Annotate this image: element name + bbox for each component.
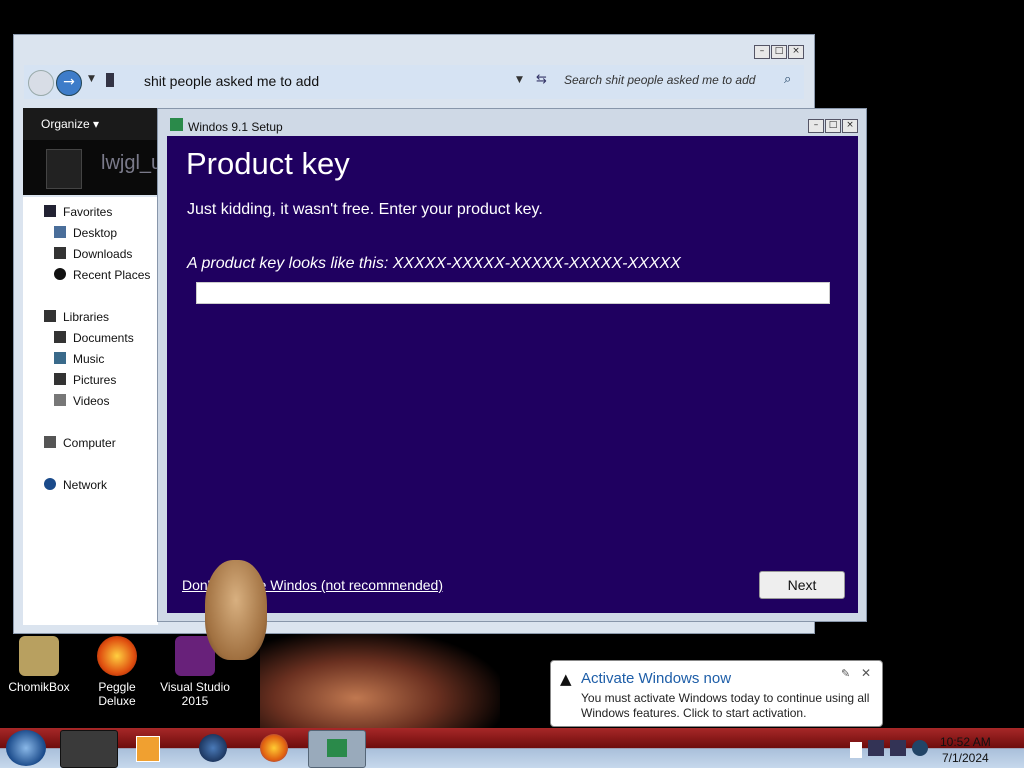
back-button[interactable] [28,70,54,96]
address-path[interactable]: shit people asked me to add [144,73,319,89]
setup-icon [327,739,347,757]
taskbar: 10:52 AM 7/1/2024 [0,728,1024,768]
action-center-icon[interactable] [868,740,884,756]
desktop-icon-peggle[interactable]: Peggle Deluxe [78,636,156,708]
taskbar-firefox[interactable] [246,730,302,766]
nav-downloads[interactable]: Downloads [73,247,132,261]
start-button[interactable] [6,730,46,766]
nav-pictures[interactable]: Pictures [73,373,116,387]
minimize-button[interactable]: – [808,119,824,133]
hamster-sticker [205,560,267,660]
nav-documents[interactable]: Documents [73,331,134,345]
recent-places-icon [54,268,66,280]
notification-body: You must activate Windows today to conti… [581,691,870,720]
settings-icon[interactable]: ✎ [841,667,850,680]
taskbar-setup[interactable] [308,730,366,768]
nav-computer[interactable]: Computer [63,436,116,450]
clock-date: 7/1/2024 [941,751,989,765]
folder-icon [106,73,114,87]
close-button[interactable]: × [842,119,858,133]
nav-desktop[interactable]: Desktop [73,226,117,240]
downloads-icon [54,247,66,259]
nav-videos[interactable]: Videos [73,394,109,408]
nav-network[interactable]: Network [63,478,107,492]
address-dropdown-icon[interactable]: ▼ [516,75,523,85]
desktop-icon-label: ChomikBox [8,680,70,694]
warning-icon: ▲ [560,670,572,688]
maximize-button[interactable]: □ [771,45,787,59]
nav-favorites[interactable]: Favorites [63,205,112,219]
firefox-icon [260,734,288,762]
network-icon [44,478,56,490]
nav-music[interactable]: Music [73,352,104,366]
computer-icon [44,436,56,448]
videos-icon [54,394,66,406]
organize-button[interactable]: Organize ▾ [41,117,99,131]
forward-button[interactable]: → [56,70,82,96]
favorites-icon [44,205,56,217]
dialog-title: Windos 9.1 Setup [188,120,283,134]
close-icon[interactable]: ✕ [861,666,871,680]
page-title: Product key [186,146,350,181]
media-player-icon [136,736,160,762]
desktop-icon-label: Peggle Deluxe [98,680,136,708]
taskbar-app[interactable] [185,730,241,766]
desktop-icon-label: Visual Studio 2015 [160,680,230,708]
setup-app-icon [170,118,183,131]
refresh-icon[interactable]: ⇆ [536,72,547,87]
history-dropdown-icon[interactable]: ▼ [88,74,95,84]
setup-content: Product key Just kidding, it wasn't free… [167,136,858,613]
product-key-input[interactable] [196,282,830,304]
taskbar-media-player[interactable] [120,730,176,766]
wallpaper [260,632,500,742]
instruction-text: Just kidding, it wasn't free. Enter your… [187,201,543,218]
navigation-pane: Favorites Desktop Downloads Recent Place… [23,197,158,625]
notification-title: Activate Windows now [581,670,732,687]
file-thumbnail-icon [46,149,82,189]
search-input[interactable]: Search shit people asked me to add [564,73,755,87]
close-button[interactable]: × [788,45,804,59]
globe-icon [199,734,227,762]
desktop-icon-chomikbox[interactable]: ChomikBox [0,636,78,694]
clock[interactable]: 10:52 AM 7/1/2024 [940,734,991,766]
chomikbox-icon [19,636,59,676]
nav-libraries[interactable]: Libraries [63,310,109,324]
show-hidden-icons-icon[interactable] [850,742,862,758]
libraries-icon [44,310,56,322]
product-key-example: A product key looks like this: XXXXX-XXX… [187,255,681,272]
music-icon [54,352,66,364]
pictures-icon [54,373,66,385]
taskbar-explorer[interactable] [60,730,118,768]
address-bar: → ▼ shit people asked me to add ▼ ⇆ Sear… [24,65,804,99]
setup-dialog[interactable]: Windos 9.1 Setup – □ × Product key Just … [157,108,867,622]
command-bar: Organize ▾ [23,108,163,140]
documents-icon [54,331,66,343]
volume-icon[interactable] [912,740,928,756]
organize-label: Organize [41,117,90,131]
search-icon[interactable]: ⌕ [784,72,791,87]
network-tray-icon[interactable] [890,740,906,756]
peggle-icon [97,636,137,676]
clock-time: 10:52 AM [940,735,991,749]
next-button[interactable]: Next [759,571,845,599]
system-tray[interactable] [850,732,932,764]
selected-file-name: lwjgl_u [101,152,163,174]
maximize-button[interactable]: □ [825,119,841,133]
minimize-button[interactable]: – [754,45,770,59]
details-header: lwjgl_u [23,140,163,195]
nav-recent-places[interactable]: Recent Places [73,268,150,282]
activation-notification[interactable]: ▲ Activate Windows now ✎ ✕ You must acti… [550,660,883,727]
desktop-icon [54,226,66,238]
